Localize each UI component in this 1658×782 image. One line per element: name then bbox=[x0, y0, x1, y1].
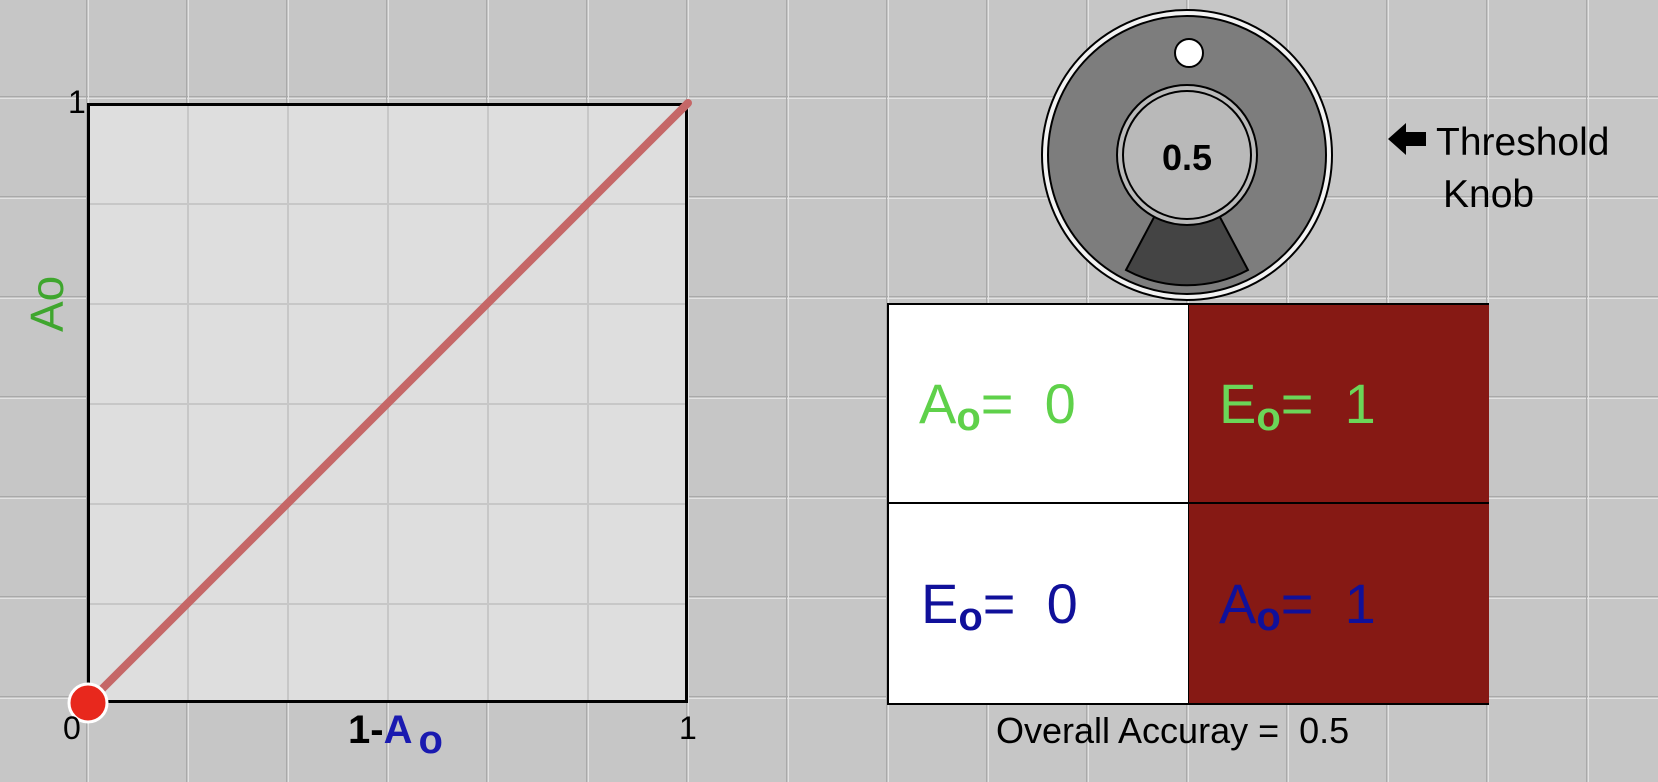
knob-label: Threshold Knob bbox=[1388, 118, 1609, 220]
cell-var: E bbox=[1219, 372, 1257, 435]
matrix-cell-bottom-left: Eo = 0 bbox=[889, 504, 1189, 703]
origin-tick: 0 bbox=[63, 710, 81, 746]
cell-value: = 1 bbox=[1280, 572, 1376, 635]
threshold-knob[interactable]: 0.5 bbox=[1041, 9, 1333, 301]
cell-sub: o bbox=[1256, 395, 1281, 439]
x-axis-label-prefix: 1- bbox=[348, 708, 384, 752]
cell-var: A bbox=[919, 372, 957, 435]
cell-value: = 0 bbox=[980, 372, 1076, 435]
cell-value: = 1 bbox=[1280, 372, 1376, 435]
knob-value: 0.5 bbox=[1162, 137, 1212, 178]
roc-curve-line bbox=[84, 99, 692, 707]
left-arrow-icon bbox=[1388, 120, 1428, 170]
knob-label-line2: Knob bbox=[1443, 172, 1535, 216]
cell-value: = 0 bbox=[982, 572, 1078, 635]
matrix-cell-bottom-right: Ao = 1 bbox=[1189, 504, 1489, 703]
cell-sub: o bbox=[958, 595, 983, 639]
knob-label-line1: Threshold bbox=[1436, 121, 1610, 164]
y-axis-label: Ao bbox=[21, 275, 73, 332]
cell-sub: o bbox=[956, 395, 981, 439]
cell-var: A bbox=[1219, 572, 1257, 635]
cell-var: E bbox=[921, 572, 959, 635]
x-axis-label: 1-A o bbox=[348, 708, 443, 762]
confusion-matrix: Ao = 0 Eo = 1 Eo = 0 Ao = 1 bbox=[887, 303, 1489, 705]
knob-indicator-icon[interactable] bbox=[1174, 38, 1204, 68]
y-axis-max-tick: 1 bbox=[68, 84, 86, 120]
x-axis-label-sub: o bbox=[418, 718, 443, 762]
matrix-cell-top-right: Eo = 1 bbox=[1189, 305, 1489, 504]
overall-accuracy-text: Overall Accuray = 0.5 bbox=[996, 710, 1350, 751]
cell-sub: o bbox=[1256, 595, 1281, 639]
matrix-cell-top-left: Ao = 0 bbox=[889, 305, 1189, 504]
x-axis-label-var: A bbox=[383, 708, 413, 752]
x-axis-max-tick: 1 bbox=[679, 710, 697, 746]
